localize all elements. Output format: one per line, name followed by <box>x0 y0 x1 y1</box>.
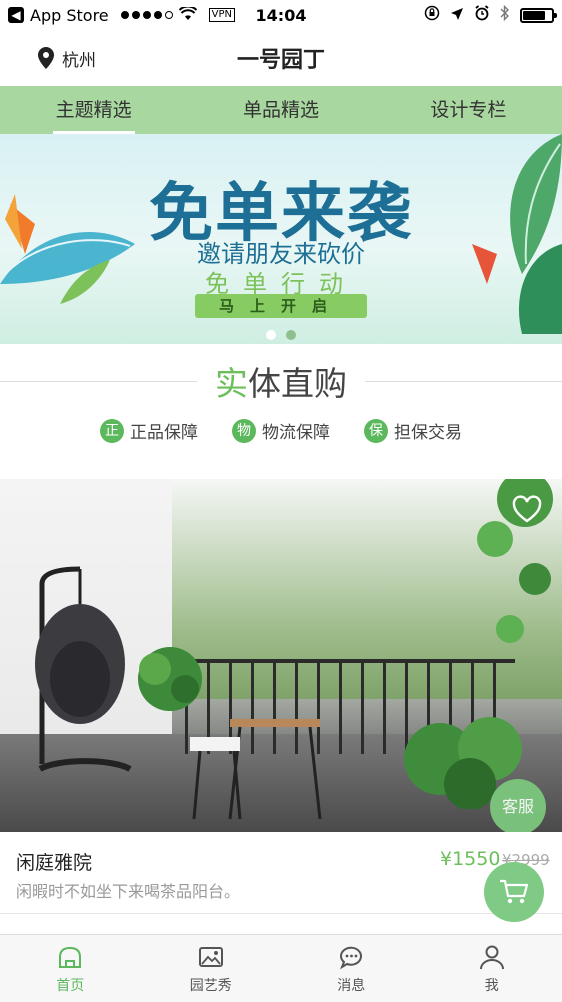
product-info[interactable]: 闲庭雅院 闲暇时不如坐下来喝茶品阳台。 ¥1550 ¥2999 <box>0 832 562 914</box>
guarantee-list: 正 正品保障 物 物流保障 保 担保交易 <box>0 418 562 443</box>
user-icon <box>479 945 504 969</box>
tabbar-label: 首页 <box>56 977 85 994</box>
tabbar-label: 我 <box>484 977 499 994</box>
location-selector[interactable]: 杭州 <box>0 46 96 71</box>
carrier-label[interactable]: App Store <box>30 6 109 25</box>
guarantee-label: 物流保障 <box>262 423 330 443</box>
section-title: 实体直购 <box>197 357 365 405</box>
tabbar-item-me[interactable]: 我 <box>422 935 562 1002</box>
category-tabs: 主题精选 单品精选 设计专栏 <box>0 86 562 134</box>
product-image[interactable]: 客服 <box>0 479 562 832</box>
plant-illustration <box>138 647 202 711</box>
shopping-cart-icon <box>500 879 529 904</box>
guarantee-escrow: 保 担保交易 <box>364 418 462 443</box>
top-header: 杭州 一号园丁 <box>0 30 562 86</box>
favorite-heart-icon[interactable] <box>512 495 542 525</box>
tab-single-picks[interactable]: 单品精选 <box>187 86 374 134</box>
location-label: 杭州 <box>62 50 96 71</box>
tabbar-label: 消息 <box>337 977 366 994</box>
table-chairs-illustration <box>190 719 322 820</box>
promo-banner[interactable]: 免单来袭 邀请朋友来砍价 免单行动 马上开启 <box>0 134 562 344</box>
back-to-app-icon[interactable]: ◀ <box>8 7 24 23</box>
product-description: 闲暇时不如坐下来喝茶品阳台。 <box>16 882 241 901</box>
cart-button[interactable] <box>484 862 544 922</box>
guarantee-label: 正品保障 <box>130 423 198 443</box>
product-name: 闲庭雅院 <box>16 852 93 874</box>
guarantee-label: 担保交易 <box>394 423 462 443</box>
logistics-badge-icon: 物 <box>232 418 256 443</box>
tabbar-item-gallery[interactable]: 园艺秀 <box>141 935 282 1002</box>
vpn-badge: VPN <box>208 8 235 22</box>
authentic-badge-icon: 正 <box>100 418 124 443</box>
chat-icon <box>340 946 363 969</box>
product-price: ¥1550 <box>440 848 501 870</box>
signal-icon <box>120 11 173 19</box>
section-header: 实体直购 <box>0 357 562 405</box>
home-icon <box>59 946 82 968</box>
bottom-tab-bar: 首页 园艺秀 消息 我 <box>0 934 562 1002</box>
orientation-lock-icon <box>424 5 440 25</box>
guarantee-logistics: 物 物流保障 <box>232 418 330 443</box>
location-arrow-icon <box>450 6 464 25</box>
tab-theme-picks[interactable]: 主题精选 <box>0 86 187 134</box>
section-title-rest: 体直购 <box>248 364 347 403</box>
tabbar-item-home[interactable]: 首页 <box>0 935 141 1002</box>
bluetooth-icon <box>500 4 510 25</box>
hanging-chair-illustration <box>35 566 132 772</box>
guarantee-authentic: 正 正品保障 <box>100 418 198 443</box>
wifi-icon <box>178 5 197 25</box>
hanging-vine-illustration <box>477 479 553 643</box>
tabbar-item-messages[interactable]: 消息 <box>281 935 422 1002</box>
section-title-accent: 实 <box>215 364 248 403</box>
carousel-dot[interactable] <box>266 330 276 340</box>
battery-icon <box>520 7 557 23</box>
gallery-icon <box>198 946 223 967</box>
tab-design-column[interactable]: 设计专栏 <box>375 86 562 134</box>
carousel-dot[interactable] <box>286 330 296 340</box>
carousel-indicator <box>0 330 562 340</box>
alarm-icon <box>474 5 490 25</box>
map-pin-icon <box>38 47 54 69</box>
tabbar-label: 园艺秀 <box>189 977 232 994</box>
banner-start-button[interactable]: 马上开启 <box>195 294 367 318</box>
escrow-badge-icon: 保 <box>364 418 388 443</box>
customer-service-button[interactable]: 客服 <box>490 779 546 832</box>
status-bar: ◀ App Store VPN 14:04 <box>0 0 562 30</box>
